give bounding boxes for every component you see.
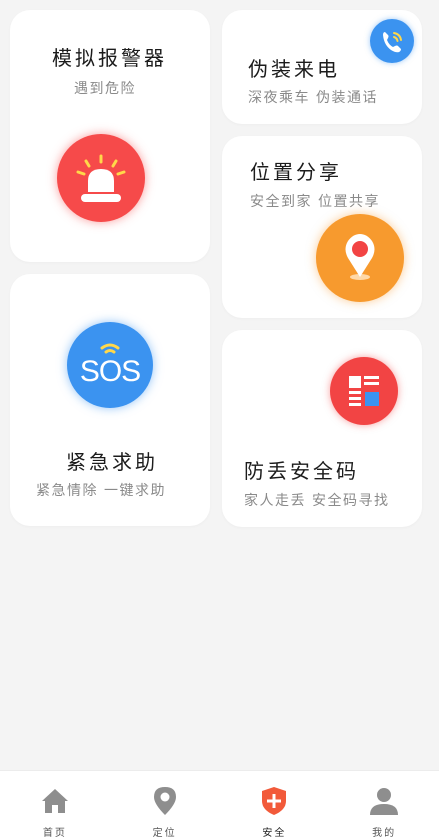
anti-loss-subtitle: 家人走丢 安全码寻找 [244,493,390,509]
alarm-subtitle: 遇到危险 [74,81,136,97]
alarm-card[interactable]: 模拟报警器 遇到危险 [10,10,210,262]
alarm-title: 模拟报警器 [52,46,167,70]
nav-safety[interactable]: 安全 [220,771,330,839]
location-pin-icon [316,214,404,302]
nav-profile-label: 我的 [372,828,397,839]
location-share-card[interactable]: 位置分享 安全到家 位置共享 [222,136,422,318]
qr-code-icon [330,357,398,425]
phone-call-icon [370,19,414,63]
bottom-nav: 首页 定位 安全 我的 [0,770,439,839]
alarm-siren-icon [57,134,145,222]
nav-home[interactable]: 首页 [0,771,110,839]
anti-loss-title: 防丢安全码 [244,459,359,483]
nav-profile[interactable]: 我的 [329,771,439,839]
user-icon [370,788,399,815]
nav-location[interactable]: 定位 [110,771,220,839]
sos-card[interactable]: SOS 紧急求助 紧急情除 一键求助 [10,274,210,526]
location-share-title: 位置分享 [250,160,342,184]
sos-subtitle: 紧急情除 一键求助 [36,483,166,499]
safety-shield-icon [262,787,287,815]
sos-icon: SOS [67,322,153,408]
fake-call-subtitle: 深夜乘车 伪装通话 [248,90,378,106]
home-icon [41,789,68,813]
anti-loss-code-card[interactable]: 防丢安全码 家人走丢 安全码寻找 [222,330,422,527]
nav-safety-label: 安全 [262,828,287,839]
sos-badge-text: SOS [79,355,141,388]
fake-call-card[interactable]: 伪装来电 深夜乘车 伪装通话 [222,10,422,124]
nav-home-label: 首页 [42,828,67,839]
sos-title: 紧急求助 [66,450,158,474]
location-share-subtitle: 安全到家 位置共享 [250,194,380,210]
fake-call-title: 伪装来电 [248,57,340,81]
nav-location-label: 定位 [152,828,177,839]
location-pin-icon [153,787,176,815]
